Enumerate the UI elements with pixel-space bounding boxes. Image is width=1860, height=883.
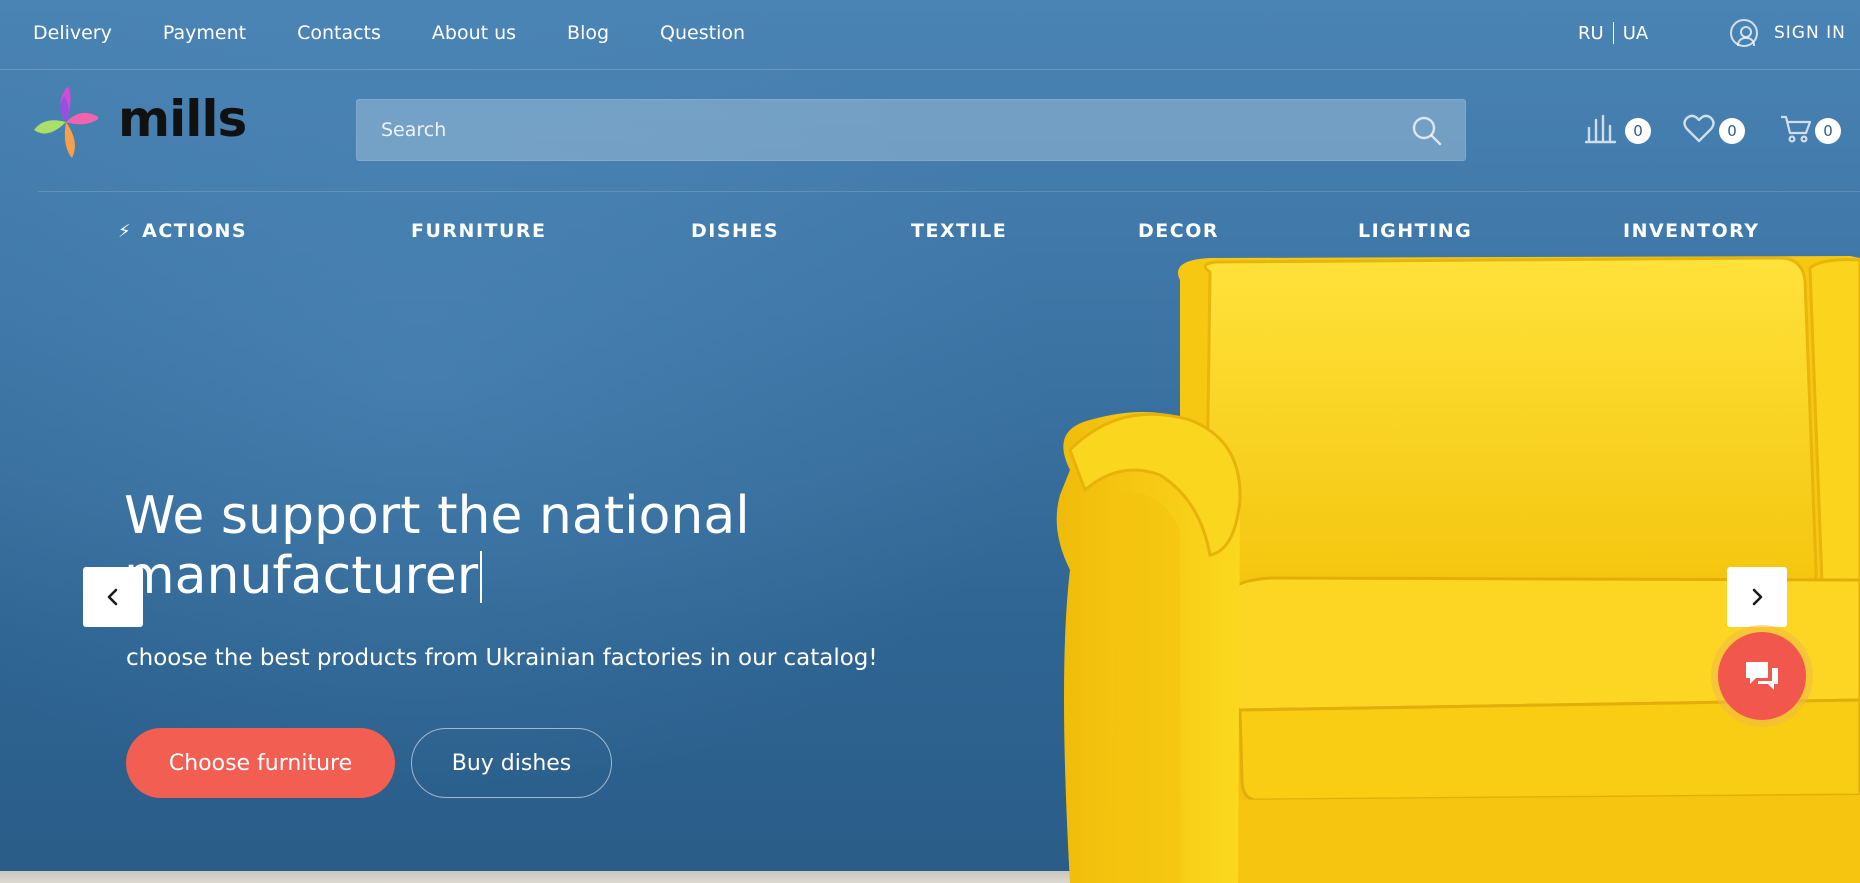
lang-ua[interactable]: UA [1623, 23, 1649, 44]
logo[interactable]: mills [34, 82, 254, 162]
hero-title-text: We support the national manufacturer [124, 486, 750, 606]
compare-icon [1585, 114, 1617, 144]
link-contacts[interactable]: Contacts [297, 22, 381, 44]
search-bar [356, 99, 1466, 161]
hero-subtitle: choose the best products from Ukrainian … [126, 645, 878, 671]
text-caret [480, 551, 483, 603]
search-input[interactable] [381, 100, 1381, 160]
wishlist-button[interactable]: 0 [1683, 112, 1753, 148]
nav-item-decor[interactable]: DECOR [1138, 220, 1219, 242]
lang-ru[interactable]: RU [1578, 23, 1604, 44]
slider-next-button[interactable] [1727, 567, 1787, 627]
pinwheel-logo-icon [34, 86, 98, 158]
link-about-us[interactable]: About us [432, 22, 516, 44]
nav-item-lighting[interactable]: LIGHTING [1358, 220, 1472, 242]
sign-in-label: SIGN IN [1774, 23, 1846, 43]
chat-bubbles-icon [1746, 662, 1778, 690]
language-switcher: RU UA [1578, 22, 1648, 44]
lang-divider [1612, 22, 1614, 44]
chevron-right-icon [1752, 588, 1763, 606]
cart-button[interactable]: 0 [1780, 112, 1850, 148]
buy-dishes-button[interactable]: Buy dishes [411, 728, 612, 798]
link-question[interactable]: Question [660, 22, 745, 44]
choose-furniture-button[interactable]: Choose furniture [126, 728, 395, 798]
sign-in-button[interactable]: SIGN IN [1730, 19, 1846, 47]
heart-icon [1683, 114, 1715, 143]
hero-title: We support the national manufacturer [124, 486, 844, 606]
search-icon[interactable] [1411, 115, 1443, 147]
compare-count-badge: 0 [1625, 118, 1651, 144]
top-bar: Delivery Payment Contacts About us Blog … [0, 0, 1860, 70]
top-links: Delivery Payment Contacts About us Blog … [33, 0, 796, 66]
header-divider [38, 191, 1860, 192]
slider-prev-button[interactable] [83, 567, 143, 627]
nav-item-dishes[interactable]: DISHES [691, 220, 779, 242]
compare-button[interactable]: 0 [1585, 112, 1655, 148]
link-payment[interactable]: Payment [163, 22, 246, 44]
lightning-icon: ⚡ [118, 221, 133, 242]
cart-count-badge: 0 [1815, 118, 1841, 144]
user-icon [1730, 19, 1758, 47]
chat-button[interactable] [1718, 632, 1806, 720]
chevron-left-icon [107, 588, 118, 606]
logo-text: mills [118, 90, 247, 148]
cart-icon [1781, 115, 1812, 143]
nav-item-label: ACTIONS [142, 220, 248, 242]
nav-item-actions[interactable]: ⚡ ACTIONS [118, 220, 247, 242]
nav-item-inventory[interactable]: INVENTORY [1623, 220, 1760, 242]
link-delivery[interactable]: Delivery [33, 22, 112, 44]
link-blog[interactable]: Blog [567, 22, 609, 44]
wishlist-count-badge: 0 [1719, 118, 1745, 144]
nav-item-textile[interactable]: TEXTILE [911, 220, 1007, 242]
nav-item-furniture[interactable]: FURNITURE [411, 220, 547, 242]
category-nav: ⚡ ACTIONS FURNITURE DISHES TEXTILE DECOR … [0, 212, 1860, 252]
